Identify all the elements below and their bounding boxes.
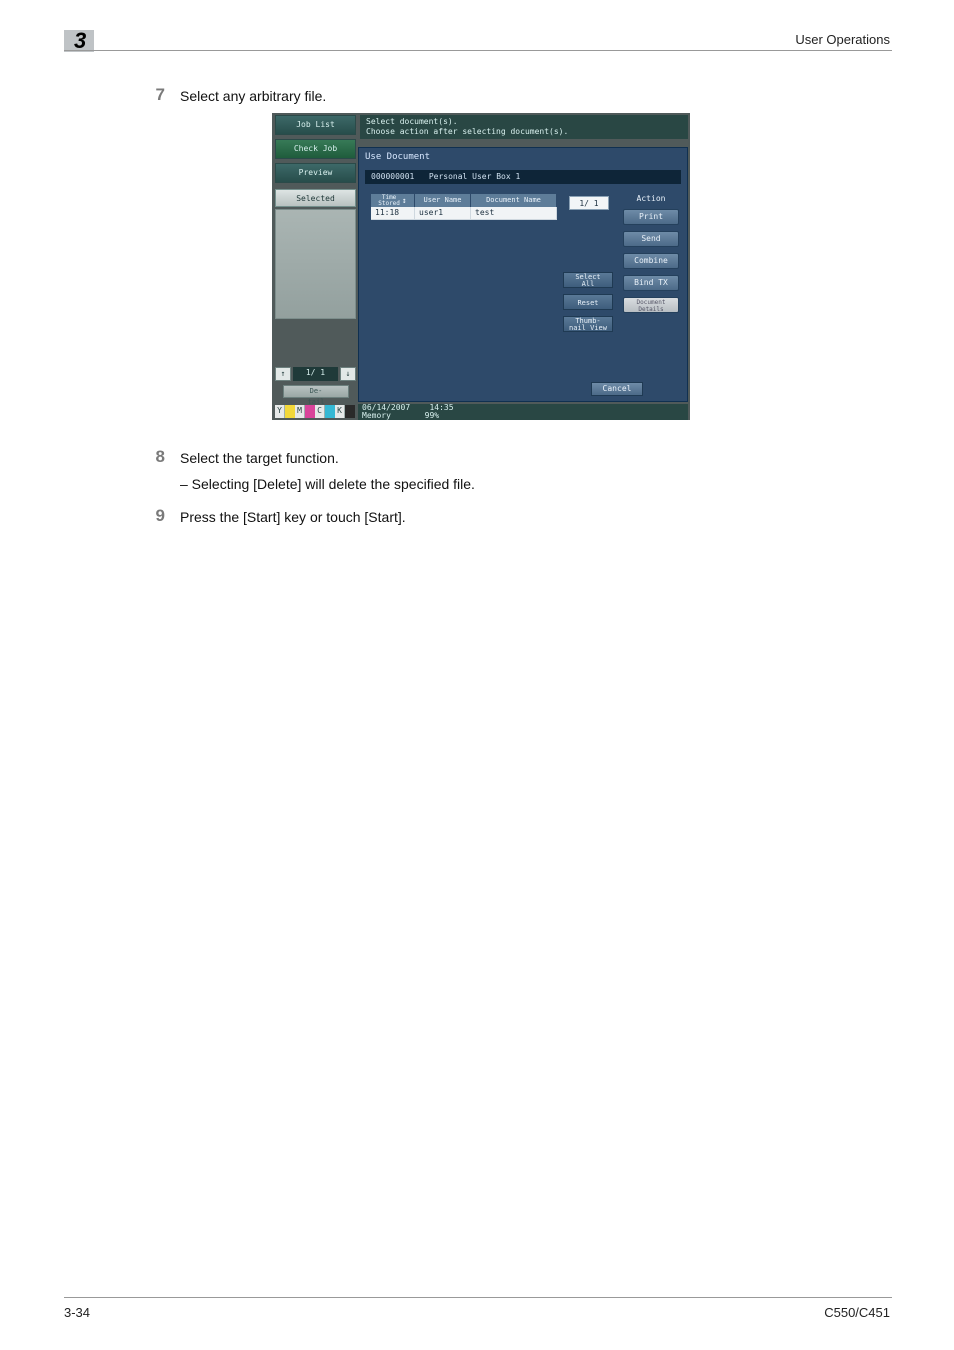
check-job-button[interactable]: Check Job — [275, 139, 356, 159]
thumbnail-view-button[interactable]: Thumb- nail View — [563, 316, 613, 332]
info-line1: Select document(s). — [366, 117, 458, 126]
footer-model: C550/C451 — [824, 1305, 890, 1320]
status-memory-label: Memory — [362, 411, 391, 420]
step-text-8: Select the target function. — [180, 450, 339, 466]
cancel-button[interactable]: Cancel — [591, 382, 643, 396]
toner-c-bar — [325, 405, 335, 418]
status-memory-value: 99% — [425, 411, 439, 420]
combine-button[interactable]: Combine — [623, 253, 679, 269]
toner-row: Y M C K — [275, 405, 356, 418]
main-panel: Use Document 000000001 Personal User Box… — [358, 147, 688, 402]
table-header: Time Stored↕ User Name Document Name — [371, 194, 557, 207]
step-number-8: 8 — [135, 447, 165, 467]
table-page-indicator: 1/ 1 — [569, 196, 609, 210]
crumb-id: 000000001 — [371, 172, 414, 181]
step-8-sub: – Selecting [Delete] will delete the spe… — [180, 476, 475, 492]
breadcrumb: 000000001 Personal User Box 1 — [365, 170, 681, 184]
document-table: Time Stored↕ User Name Document Name 11:… — [371, 194, 557, 220]
pager-down-button[interactable]: ↓ — [340, 367, 356, 381]
info-line2: Choose action after selecting document(s… — [366, 127, 568, 136]
toner-m-bar — [305, 405, 315, 418]
header-section-title: User Operations — [795, 32, 890, 47]
step-text-7: Select any arbitrary file. — [180, 88, 326, 104]
cell-doc: test — [471, 207, 557, 220]
cell-time: 11:18 — [371, 207, 415, 220]
sidebar: Job List Check Job Preview Selected Docu… — [275, 115, 356, 319]
toner-c-label: C — [315, 405, 325, 418]
step-number-9: 9 — [135, 506, 165, 526]
toner-y-bar — [285, 405, 295, 418]
step-text-9: Press the [Start] key or touch [Start]. — [180, 509, 406, 525]
sidebar-pager: ↑ 1/ 1 ↓ — [275, 367, 356, 381]
info-strip: Select document(s). Choose action after … — [360, 115, 688, 139]
document-details-button[interactable]: Document Details — [623, 297, 679, 313]
send-button[interactable]: Send — [623, 231, 679, 247]
status-strip: 06/14/2007 14:35 Memory 99% — [358, 404, 688, 420]
detail-button[interactable]: De- tail — [283, 385, 349, 398]
toner-k-label: K — [335, 405, 345, 418]
selected-documents-label: Selected Documents — [275, 189, 356, 207]
util-column: Select All Reset Thumb- nail View — [563, 272, 613, 338]
pager-up-button[interactable]: ↑ — [275, 367, 291, 381]
reset-button[interactable]: Reset — [563, 294, 613, 310]
main-title: Use Document — [365, 152, 430, 162]
col-user-name[interactable]: User Name — [415, 194, 471, 207]
cell-user: user1 — [415, 207, 471, 220]
sort-icon[interactable]: ↕ — [402, 195, 407, 207]
pager-indicator: 1/ 1 — [293, 367, 338, 381]
job-list-button[interactable]: Job List — [275, 115, 356, 135]
action-column: Action Print Send Combine Bind TX Docume… — [623, 194, 679, 319]
bind-tx-button[interactable]: Bind TX — [623, 275, 679, 291]
toner-k-bar — [345, 405, 355, 418]
toner-y-label: Y — [275, 405, 285, 418]
footer-page-number: 3-34 — [64, 1305, 90, 1320]
footer-rule — [64, 1297, 892, 1298]
step-number-7: 7 — [135, 85, 165, 105]
preview-button[interactable]: Preview — [275, 163, 356, 183]
header-rule — [64, 50, 892, 51]
action-label: Action — [623, 194, 679, 203]
table-row[interactable]: 11:18 user1 test — [371, 207, 557, 220]
print-button[interactable]: Print — [623, 209, 679, 225]
col-document-name[interactable]: Document Name — [471, 194, 557, 207]
toner-m-label: M — [295, 405, 305, 418]
col-time-stored[interactable]: Time Stored↕ — [371, 194, 415, 207]
selected-documents-area — [275, 209, 356, 319]
device-screenshot: Job List Check Job Preview Selected Docu… — [272, 113, 690, 420]
crumb-name: Personal User Box 1 — [429, 172, 521, 181]
select-all-button[interactable]: Select All — [563, 272, 613, 288]
